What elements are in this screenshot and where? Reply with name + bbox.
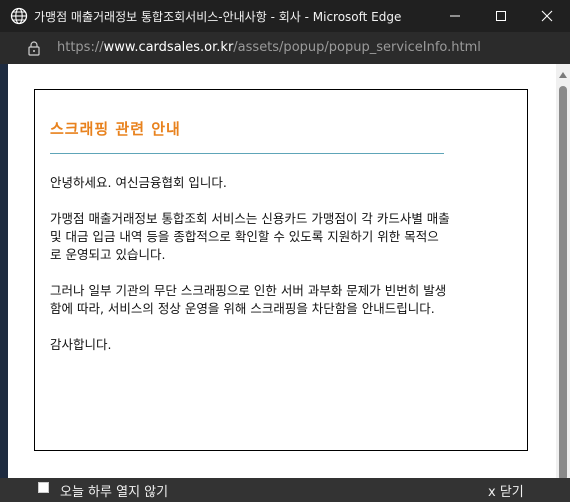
url-text[interactable]: https://www.cardsales.or.kr/assets/popup…: [57, 40, 481, 55]
notice-paragraph: 가맹점 매출거래정보 통합조회 서비스는 신용카드 가맹점이 각 카드사별 매출…: [50, 211, 450, 262]
notice-title: 스크래핑 관련 안내: [50, 120, 181, 138]
notice-paragraph: 그러나 일부 기관의 무단 스크래핑으로 인한 서버 과부화 문제가 빈번히 발…: [50, 283, 447, 316]
maximize-button[interactable]: [478, 0, 524, 32]
address-bar[interactable]: https://www.cardsales.or.kr/assets/popup…: [0, 32, 570, 64]
close-icon: [541, 10, 553, 22]
dont-show-today-checkbox[interactable]: [38, 482, 49, 493]
close-button[interactable]: [524, 0, 570, 32]
url-scheme: https://: [57, 40, 104, 55]
scrollbar[interactable]: [556, 64, 570, 481]
notice-paragraph: 감사합니다.: [50, 337, 112, 352]
url-path: /assets/popup/popup_serviceInfo.html: [233, 40, 481, 55]
window-title: 가맹점 매출거래정보 통합조회서비스-안내사항 - 회사 - Microsoft…: [34, 10, 402, 24]
scroll-up-arrow-icon[interactable]: [559, 72, 567, 78]
globe-icon: [10, 7, 28, 25]
minimize-icon: [450, 15, 460, 17]
minimize-button[interactable]: [432, 0, 478, 32]
close-popup-link[interactable]: x 닫기: [488, 481, 524, 500]
dont-show-today-label[interactable]: 오늘 하루 열지 않기: [60, 481, 168, 500]
scroll-thumb[interactable]: [559, 86, 567, 481]
title-bar: 가맹점 매출거래정보 통합조회서비스-안내사항 - 회사 - Microsoft…: [0, 0, 570, 32]
maximize-icon: [496, 11, 506, 21]
notice-divider: [50, 153, 444, 154]
notice-body: 안녕하세요. 여신금융협회 입니다. 가맹점 매출거래정보 통합조회 서비스는 …: [50, 174, 450, 372]
lock-icon[interactable]: [26, 40, 42, 56]
notice-paragraph: 안녕하세요. 여신금융협회 입니다.: [50, 175, 227, 190]
page-content: 스크래핑 관련 안내 안녕하세요. 여신금융협회 입니다. 가맹점 매출거래정보…: [0, 64, 570, 481]
background-strip: [0, 64, 8, 478]
url-host: www.cardsales.or.kr: [103, 40, 234, 55]
